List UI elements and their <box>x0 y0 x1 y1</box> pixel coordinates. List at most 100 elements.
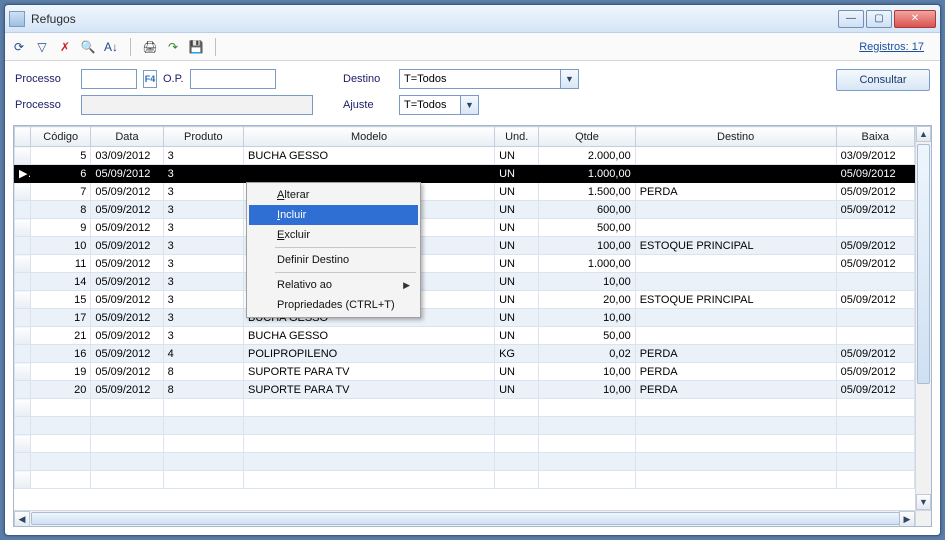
f4-lookup-icon[interactable]: F4 <box>143 70 157 88</box>
cell-qtde[interactable]: 1.000,00 <box>539 255 635 273</box>
cell-data[interactable]: 05/09/2012 <box>91 255 163 273</box>
cell-codigo[interactable]: 9 <box>31 219 91 237</box>
cell-baixa[interactable]: 05/09/2012 <box>836 255 914 273</box>
cell-produto[interactable]: 8 <box>163 363 243 381</box>
cell-produto[interactable]: 3 <box>163 201 243 219</box>
cell-modelo[interactable]: POLIPROPILENO <box>243 345 494 363</box>
titlebar[interactable]: Refugos ― ▢ ✕ <box>5 5 940 33</box>
cell-baixa[interactable]: 05/09/2012 <box>836 201 914 219</box>
cell-baixa[interactable] <box>836 309 914 327</box>
cell-qtde[interactable]: 20,00 <box>539 291 635 309</box>
destino-select[interactable]: T=Todos ▼ <box>399 69 579 89</box>
cell-modelo[interactable]: BUCHA GESSO <box>243 327 494 345</box>
ajuste-select[interactable]: T=Todos ▼ <box>399 95 479 115</box>
filter-icon[interactable]: ▽ <box>34 39 50 55</box>
cell-destino[interactable]: PERDA <box>635 381 836 399</box>
cell-codigo[interactable]: 10 <box>31 237 91 255</box>
cell-data[interactable]: 05/09/2012 <box>91 201 163 219</box>
processo2-input[interactable] <box>81 95 313 115</box>
table-row[interactable]: 1905/09/20128SUPORTE PARA TVUN10,00PERDA… <box>15 363 915 381</box>
table-row[interactable]: ▶605/09/20123UN1.000,0005/09/2012 <box>15 165 915 183</box>
cell-produto[interactable]: 8 <box>163 381 243 399</box>
print-icon[interactable]: 🖨 <box>142 39 158 55</box>
save-icon[interactable]: 💾 <box>188 39 204 55</box>
cell-data[interactable]: 05/09/2012 <box>91 237 163 255</box>
col-modelo[interactable]: Modelo <box>243 127 494 147</box>
maximize-button[interactable]: ▢ <box>866 10 892 28</box>
cell-modelo[interactable] <box>243 165 494 183</box>
cell-destino[interactable]: PERDA <box>635 363 836 381</box>
cell-und[interactable]: KG <box>495 345 539 363</box>
scroll-left-icon[interactable]: ◀ <box>14 511 30 527</box>
records-link[interactable]: Registros: 17 <box>859 41 924 53</box>
cell-produto[interactable]: 3 <box>163 165 243 183</box>
table-row[interactable]: 2005/09/20128SUPORTE PARA TVUN10,00PERDA… <box>15 381 915 399</box>
cell-und[interactable]: UN <box>495 273 539 291</box>
cell-und[interactable]: UN <box>495 201 539 219</box>
cell-destino[interactable]: PERDA <box>635 345 836 363</box>
export-icon[interactable]: ↷ <box>165 39 181 55</box>
cell-und[interactable]: UN <box>495 165 539 183</box>
cell-baixa[interactable]: 05/09/2012 <box>836 183 914 201</box>
cell-produto[interactable]: 3 <box>163 237 243 255</box>
cell-destino[interactable] <box>635 255 836 273</box>
ctx-definir-destino[interactable]: Definir Destino <box>249 250 418 270</box>
cell-codigo[interactable]: 15 <box>31 291 91 309</box>
cell-codigo[interactable]: 20 <box>31 381 91 399</box>
cell-modelo[interactable]: BUCHA GESSO <box>243 147 494 165</box>
scroll-down-icon[interactable]: ▼ <box>916 494 931 510</box>
col-baixa[interactable]: Baixa <box>836 127 914 147</box>
cell-destino[interactable] <box>635 219 836 237</box>
col-data[interactable]: Data <box>91 127 163 147</box>
ctx-incluir[interactable]: Incluir <box>249 205 418 225</box>
vertical-scrollbar[interactable]: ▲ ▼ <box>915 126 931 510</box>
cell-baixa[interactable] <box>836 273 914 291</box>
cell-data[interactable]: 05/09/2012 <box>91 327 163 345</box>
cell-und[interactable]: UN <box>495 183 539 201</box>
data-table[interactable]: Código Data Produto Modelo Und. Qtde Des… <box>14 126 915 489</box>
search-icon[interactable]: 🔍 <box>80 39 96 55</box>
cell-codigo[interactable]: 21 <box>31 327 91 345</box>
cell-und[interactable]: UN <box>495 255 539 273</box>
cell-codigo[interactable]: 6 <box>31 165 91 183</box>
cell-modelo[interactable]: SUPORTE PARA TV <box>243 363 494 381</box>
cell-produto[interactable]: 3 <box>163 183 243 201</box>
processo-input[interactable] <box>81 69 137 89</box>
scroll-thumb[interactable] <box>917 144 930 384</box>
table-row[interactable]: 503/09/20123BUCHA GESSOUN2.000,0003/09/2… <box>15 147 915 165</box>
ctx-propriedades[interactable]: Propriedades (CTRL+T) <box>249 295 418 315</box>
cell-data[interactable]: 05/09/2012 <box>91 219 163 237</box>
cell-data[interactable]: 05/09/2012 <box>91 345 163 363</box>
cell-modelo[interactable]: SUPORTE PARA TV <box>243 381 494 399</box>
cell-destino[interactable] <box>635 309 836 327</box>
minimize-button[interactable]: ― <box>838 10 864 28</box>
cell-codigo[interactable]: 7 <box>31 183 91 201</box>
cell-codigo[interactable]: 5 <box>31 147 91 165</box>
cell-qtde[interactable]: 1.000,00 <box>539 165 635 183</box>
cell-baixa[interactable]: 05/09/2012 <box>836 291 914 309</box>
cell-produto[interactable]: 3 <box>163 291 243 309</box>
ctx-alterar[interactable]: Alterar <box>249 185 418 205</box>
table-row[interactable]: 805/09/20123UN600,0005/09/2012 <box>15 201 915 219</box>
cell-data[interactable]: 05/09/2012 <box>91 309 163 327</box>
cell-data[interactable]: 05/09/2012 <box>91 381 163 399</box>
cell-produto[interactable]: 3 <box>163 327 243 345</box>
cell-data[interactable]: 03/09/2012 <box>91 147 163 165</box>
cell-produto[interactable]: 3 <box>163 309 243 327</box>
cell-qtde[interactable]: 10,00 <box>539 363 635 381</box>
table-row[interactable]: 1005/09/20123UN100,00ESTOQUE PRINCIPAL05… <box>15 237 915 255</box>
cell-data[interactable]: 05/09/2012 <box>91 273 163 291</box>
cell-produto[interactable]: 3 <box>163 147 243 165</box>
cell-qtde[interactable]: 1.500,00 <box>539 183 635 201</box>
sort-icon[interactable]: A↓ <box>103 39 119 55</box>
cell-codigo[interactable]: 14 <box>31 273 91 291</box>
cell-baixa[interactable]: 05/09/2012 <box>836 345 914 363</box>
table-row[interactable]: 1105/09/20123UN1.000,0005/09/2012 <box>15 255 915 273</box>
cell-baixa[interactable]: 03/09/2012 <box>836 147 914 165</box>
cell-data[interactable]: 05/09/2012 <box>91 165 163 183</box>
cell-codigo[interactable]: 11 <box>31 255 91 273</box>
cell-und[interactable]: UN <box>495 309 539 327</box>
close-button[interactable]: ✕ <box>894 10 936 28</box>
col-codigo[interactable]: Código <box>31 127 91 147</box>
cell-data[interactable]: 05/09/2012 <box>91 363 163 381</box>
